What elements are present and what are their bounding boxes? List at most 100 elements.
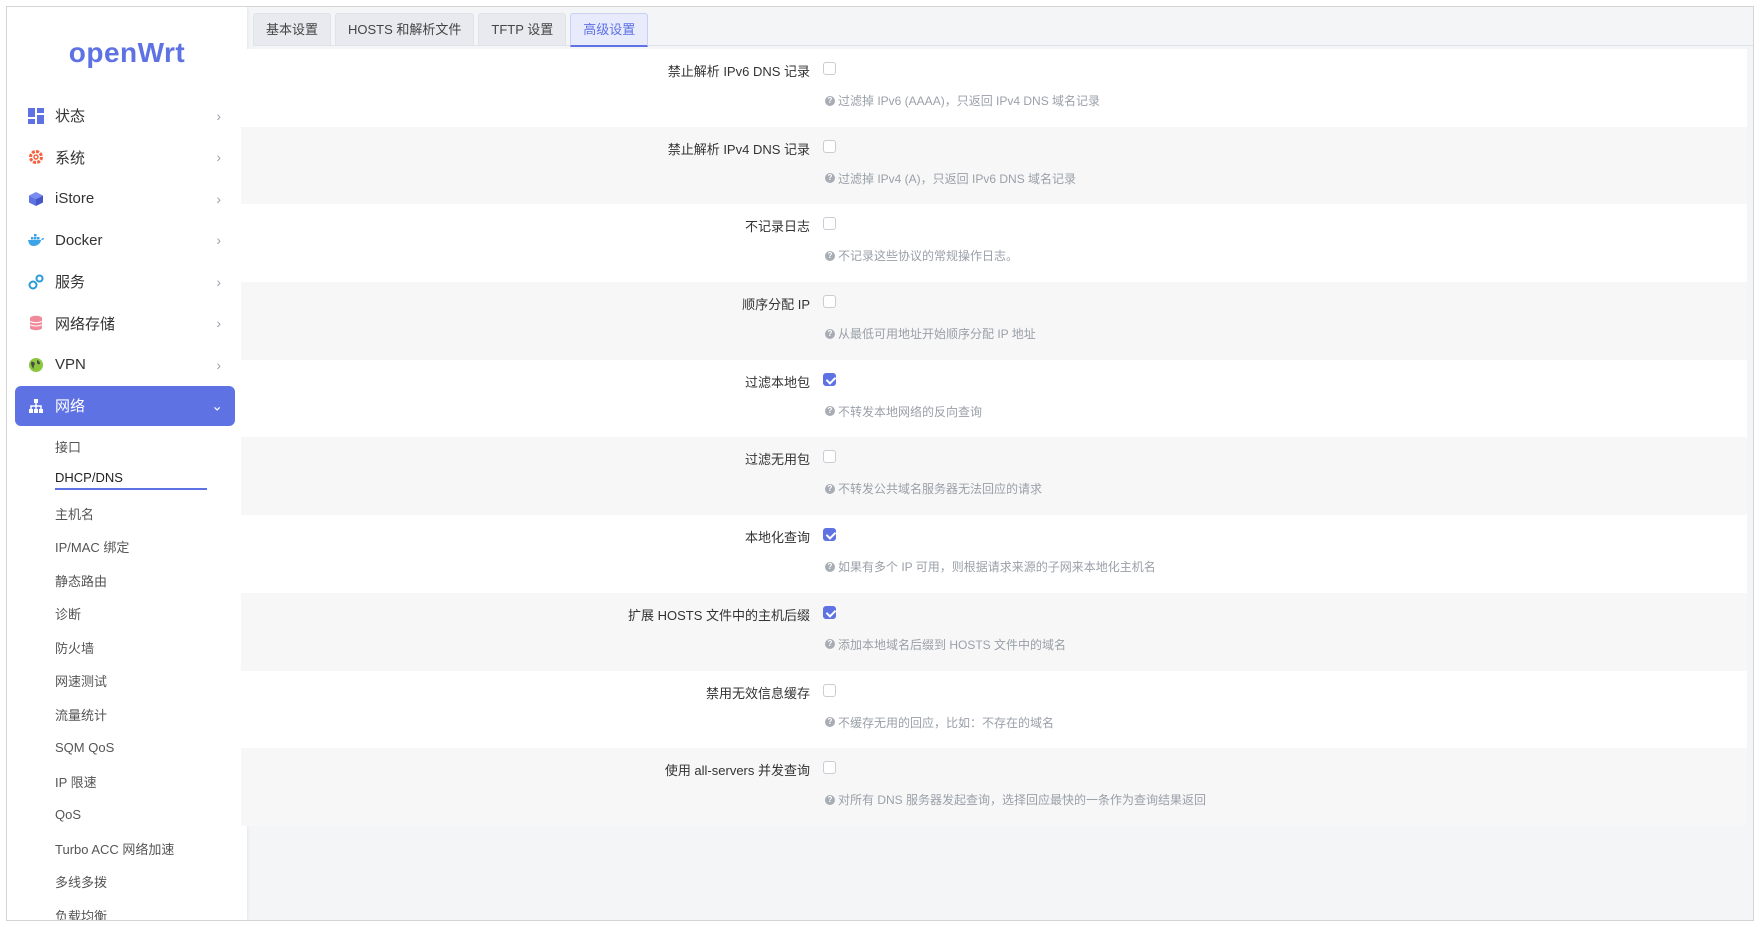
sidebar-item-label: iStore — [55, 190, 95, 208]
setting-row-all-servers: 使用 all-servers 并发查询 ? 对所有 DNS 服务器发起查询，选择回… — [241, 748, 1747, 826]
setting-checkbox[interactable] — [823, 295, 836, 309]
setting-checkbox[interactable] — [823, 605, 836, 619]
setting-checkbox[interactable] — [823, 62, 836, 75]
submenu-item-diagnostics[interactable]: 诊断 — [7, 597, 247, 631]
cube-icon — [27, 190, 45, 208]
submenu-item-firewall[interactable]: 防火墙 — [7, 631, 247, 665]
docker-icon — [27, 231, 45, 249]
setting-label: 禁用无效信息缓存 — [705, 685, 810, 701]
sidebar-item-istore[interactable]: iStore › — [7, 178, 247, 220]
puzzle-icon — [27, 273, 45, 291]
submenu-item-ip-limit[interactable]: IP 限速 — [7, 765, 247, 799]
submenu-item-hostnames[interactable]: 主机名 — [7, 497, 247, 531]
setting-row-no-negcache: 禁用无效信息缓存 ? 不缓存无用的回应，比如：不存在的域名 — [241, 670, 1747, 749]
dashboard-icon — [27, 107, 45, 125]
setting-label: 禁止解析 IPv4 DNS 记录 — [667, 141, 810, 157]
sidebar-item-system[interactable]: 系统 › — [7, 137, 247, 179]
question-icon: ? — [825, 639, 835, 650]
chevron-right-icon: › — [216, 315, 221, 332]
chevron-right-icon: › — [216, 356, 221, 373]
setting-checkbox[interactable] — [823, 761, 836, 775]
question-icon: ? — [825, 483, 835, 494]
chevron-right-icon: › — [216, 107, 221, 124]
setting-label: 过滤无用包 — [744, 452, 810, 468]
chevron-right-icon: › — [216, 273, 221, 290]
tab-basic-settings[interactable]: 基本设置 — [253, 13, 332, 45]
setting-label: 顺序分配 IP — [742, 297, 810, 313]
sidebar-item-label: 网络 — [55, 398, 86, 415]
sidebar-item-label: VPN — [55, 356, 86, 374]
app-window: openWrt 状态 › 系统 › iStore › Docker › 服务 ›… — [6, 6, 1754, 921]
main-content: 基本设置 HOSTS 和解析文件 TFTP 设置 高级设置 禁止解析 IPv6 … — [241, 7, 1753, 920]
setting-row-quiet-log: 不记录日志 ? 不记录这些协议的常规操作日志。 — [241, 204, 1747, 283]
sidebar: openWrt 状态 › 系统 › iStore › Docker › 服务 ›… — [7, 7, 247, 920]
sidebar-item-label: 系统 — [55, 149, 86, 167]
submenu-item-interfaces[interactable]: 接口 — [7, 430, 247, 464]
setting-hint: ? 过滤掉 IPv6 (AAAA)，只返回 IPv4 DNS 域名记录 — [825, 92, 1100, 109]
question-icon: ? — [825, 173, 835, 184]
sitemap-icon — [27, 397, 45, 415]
chevron-right-icon: › — [216, 232, 221, 249]
question-icon: ? — [825, 250, 835, 261]
question-icon: ? — [825, 95, 835, 106]
setting-hint: ? 添加本地域名后缀到 HOSTS 文件中的域名 — [825, 636, 1066, 653]
globe-icon — [27, 356, 45, 374]
setting-row-expand-hosts: 扩展 HOSTS 文件中的主机后缀 ? 添加本地域名后缀到 HOSTS 文件中的域… — [241, 592, 1747, 671]
submenu-item-turbo-acc[interactable]: Turbo ACC 网络加速 — [7, 832, 247, 866]
main-menu: 状态 › 系统 › iStore › Docker › 服务 › 网络存储 › … — [7, 95, 247, 920]
submenu-item-traffic-stats[interactable]: 流量统计 — [7, 698, 247, 732]
setting-label: 扩展 HOSTS 文件中的主机后缀 — [627, 607, 810, 623]
submenu-item-sqm-qos[interactable]: SQM QoS — [7, 731, 247, 765]
settings-form: 禁止解析 IPv6 DNS 记录 ? 过滤掉 IPv6 (AAAA)，只返回 IP… — [241, 49, 1747, 826]
submenu-item-load-balancing[interactable]: 负载均衡 — [7, 899, 247, 920]
submenu-item-static-routes[interactable]: 静态路由 — [7, 564, 247, 598]
setting-hint: ? 不缓存无用的回应，比如：不存在的域名 — [825, 714, 1054, 731]
submenu-item-ip-mac-binding[interactable]: IP/MAC 绑定 — [7, 530, 247, 564]
setting-hint: ? 从最低可用地址开始顺序分配 IP 地址 — [825, 325, 1036, 342]
sidebar-item-services[interactable]: 服务 › — [7, 261, 247, 303]
sidebar-item-nas[interactable]: 网络存储 › — [7, 303, 247, 345]
setting-checkbox[interactable] — [823, 450, 836, 464]
setting-checkbox[interactable] — [823, 528, 836, 542]
setting-hint: ? 不转发本地网络的反向查询 — [825, 403, 982, 420]
tab-advanced-settings[interactable]: 高级设置 — [570, 13, 649, 47]
setting-row-bogus-private: 过滤本地包 ? 不转发本地网络的反向查询 — [241, 359, 1747, 438]
chevron-right-icon: › — [216, 149, 221, 166]
logo: openWrt — [68, 37, 186, 68]
tab-hosts-files[interactable]: HOSTS 和解析文件 — [335, 13, 475, 45]
tab-bar: 基本设置 HOSTS 和解析文件 TFTP 设置 高级设置 — [253, 13, 1753, 47]
tab-tftp-settings[interactable]: TFTP 设置 — [478, 13, 567, 45]
sidebar-item-label: 服务 — [55, 274, 86, 292]
setting-row-sequential-ip: 顺序分配 IP ? 从最低可用地址开始顺序分配 IP 地址 — [241, 282, 1747, 360]
setting-label: 使用 all-servers 并发查询 — [664, 763, 810, 779]
setting-label: 过滤本地包 — [744, 374, 810, 390]
sidebar-item-label: 网络存储 — [55, 315, 116, 333]
submenu-item-qos[interactable]: QoS — [7, 798, 247, 832]
sidebar-item-label: 状态 — [55, 108, 86, 126]
setting-checkbox[interactable] — [823, 683, 836, 697]
setting-label: 不记录日志 — [744, 219, 810, 235]
setting-checkbox[interactable] — [823, 372, 836, 386]
setting-hint: ? 过滤掉 IPv4 (A)，只返回 IPv6 DNS 域名记录 — [825, 170, 1076, 187]
question-icon: ? — [825, 328, 835, 339]
question-icon: ? — [825, 561, 835, 572]
sidebar-item-docker[interactable]: Docker › — [7, 220, 247, 262]
setting-label: 本地化查询 — [744, 530, 810, 546]
sidebar-item-vpn[interactable]: VPN › — [7, 344, 247, 386]
setting-hint: ? 不转发公共域名服务器无法回应的请求 — [825, 480, 1042, 497]
setting-row-filter-ipv4: 禁止解析 IPv4 DNS 记录 ? 过滤掉 IPv4 (A)，只返回 IPv6 … — [241, 126, 1747, 205]
setting-row-filter-useless: 过滤无用包 ? 不转发公共域名服务器无法回应的请求 — [241, 437, 1747, 516]
sidebar-item-status[interactable]: 状态 › — [7, 95, 247, 137]
chevron-right-icon: › — [216, 190, 221, 207]
chevron-down-icon: ⌄ — [211, 397, 223, 413]
question-icon: ? — [825, 406, 835, 417]
submenu-item-dhcp-dns[interactable]: DHCP/DNS — [7, 463, 247, 497]
setting-hint: ? 不记录这些协议的常规操作日志。 — [825, 247, 1018, 264]
submenu-item-speedtest[interactable]: 网速测试 — [7, 664, 247, 698]
setting-checkbox[interactable] — [823, 139, 836, 153]
setting-checkbox[interactable] — [823, 217, 836, 231]
question-icon: ? — [825, 794, 835, 805]
sidebar-item-network[interactable]: 网络 ⌄ — [15, 385, 235, 426]
gear-icon — [27, 148, 45, 166]
submenu-item-multi-wan[interactable]: 多线多拨 — [7, 865, 247, 899]
